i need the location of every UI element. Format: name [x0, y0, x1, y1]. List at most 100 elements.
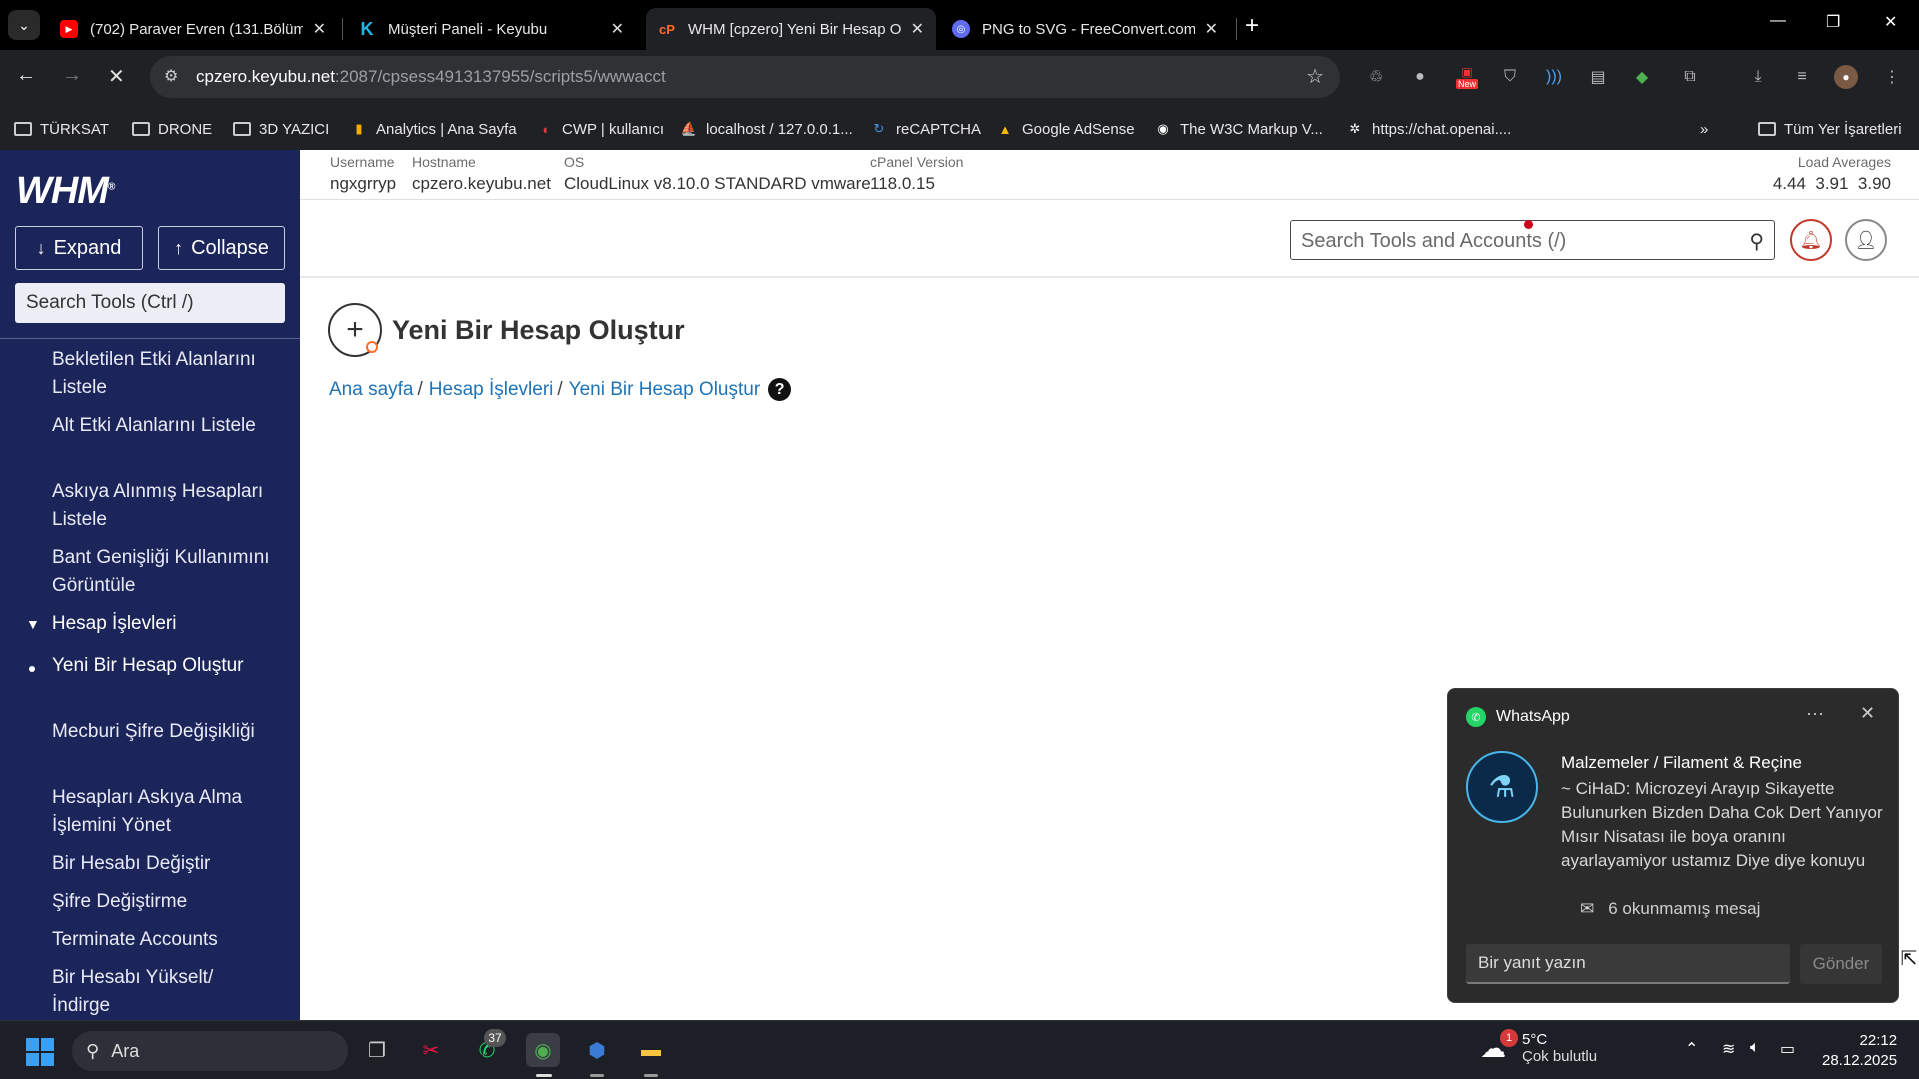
sidebar-item-upgrade-downgrade[interactable]: Bir Hesabı Yükselt/ İndirge	[52, 964, 272, 1020]
chrome-taskbar-icon[interactable]: ◉	[526, 1033, 560, 1067]
profile-avatar-icon[interactable]: ●	[1834, 65, 1858, 89]
virtualbox-icon[interactable]: ⬢	[580, 1033, 614, 1067]
menu-kebab-icon[interactable]: ⋮	[1880, 65, 1904, 89]
expand-button[interactable]: ↓ Expand	[15, 226, 143, 270]
bookmark-star-icon[interactable]: ☆	[1306, 64, 1324, 89]
all-bookmarks[interactable]: Tüm Yer İşaretleri	[1758, 116, 1902, 142]
whm-top-bar: Search Tools and Accounts (/) ⚲ 🔔︎ 👤︎	[300, 200, 1919, 278]
bookmark-openai[interactable]: ✲ https://chat.openai....	[1346, 116, 1512, 142]
reply-input[interactable]: Bir yanıt yazın	[1466, 944, 1790, 984]
page-header: + Yeni Bir Hesap Oluştur	[328, 303, 685, 357]
snipping-tool-icon[interactable]: ✂	[414, 1033, 448, 1067]
notification-bell-icon[interactable]: 🔔︎	[1790, 219, 1832, 261]
address-bar[interactable]: ⚙ cpzero.keyubu.net:2087/cpsess491313795…	[150, 56, 1340, 98]
tab-youtube[interactable]: ▶ (702) Paraver Evren (131.Bölüm) ✕	[48, 8, 338, 50]
bookmark-drone[interactable]: DRONE	[132, 116, 212, 142]
tab-whm[interactable]: cP WHM [cpzero] Yeni Bir Hesap O ✕	[646, 8, 936, 50]
more-options-icon[interactable]: ···	[1806, 703, 1824, 724]
bookmark-adsense[interactable]: ▲ Google AdSense	[996, 116, 1135, 142]
breadcrumb-create-account[interactable]: Yeni Bir Hesap Oluştur	[569, 379, 761, 401]
sidebar-search-input[interactable]: Search Tools (Ctrl /)	[15, 283, 285, 323]
sidebar-item-terminate-accounts[interactable]: Terminate Accounts	[52, 926, 272, 954]
sidebar-item-password-modification[interactable]: Şifre Değiştirme	[52, 888, 272, 916]
breadcrumb-home[interactable]: Ana sayfa	[329, 379, 414, 401]
forward-arrow-icon[interactable]: →	[62, 64, 82, 87]
sidebar-item-list-parked[interactable]: Bekletilen Etki Alanlarını Listele	[52, 346, 272, 402]
server-info-bar: Username ngxgrryp Hostname cpzero.keyubu.n…	[300, 150, 1919, 200]
sidebar-group-account-functions[interactable]: ▼ Hesap İşlevleri	[26, 610, 176, 638]
user-account-icon[interactable]: 👤︎	[1845, 219, 1887, 261]
sidebar-item-bandwidth[interactable]: Bant Genişliği Kullanımını Görüntüle	[52, 544, 272, 600]
sidebar-item-force-password[interactable]: Mecburi Şifre Değişikliği	[52, 718, 272, 746]
side-panel-edge-icon[interactable]: ⇱	[1899, 940, 1919, 976]
tab-freeconvert[interactable]: ◎ PNG to SVG - FreeConvert.com ✕	[940, 8, 1230, 50]
new-tab-button[interactable]: +	[1245, 12, 1259, 40]
url-text: cpzero.keyubu.net:2087/cpsess4913137955/…	[196, 67, 666, 87]
speaker-icon[interactable]: 🔈︎	[1750, 1039, 1760, 1057]
close-icon[interactable]: ✕	[611, 19, 624, 39]
close-icon[interactable]: ✕	[1860, 703, 1875, 724]
whm-logo[interactable]: WHM®	[16, 170, 115, 213]
whatsapp-notification: ✆ WhatsApp ··· ✕ ⚗ Malzemeler / Filament…	[1447, 688, 1899, 1003]
send-button[interactable]: Gönder	[1800, 944, 1882, 984]
bookmark-label: The W3C Markup V...	[1180, 120, 1323, 138]
taskbar-search[interactable]: ⚲ Ara	[72, 1031, 348, 1071]
bookmarks-overflow-icon[interactable]: »	[1700, 116, 1708, 142]
windows-start-icon[interactable]	[26, 1038, 54, 1066]
collapse-button[interactable]: ↑ Collapse	[158, 226, 285, 270]
sidebar-item-manage-suspension[interactable]: Hesapları Askıya Alma İşlemini Yönet	[52, 784, 272, 840]
cast-extension-icon[interactable]: ▤	[1586, 65, 1610, 89]
sidebar-item-list-suspended[interactable]: Askıya Alınmış Hesapları Listele	[52, 478, 272, 534]
sidebar-item-list-subdomains[interactable]: Alt Etki Alanlarını Listele	[52, 412, 272, 440]
bookmark-w3c[interactable]: ◉ The W3C Markup V...	[1154, 116, 1323, 142]
chevron-up-icon[interactable]: ⌃	[1685, 1039, 1698, 1059]
circle-extension-icon[interactable]: ●	[1408, 65, 1432, 89]
tab-search-button[interactable]: ⌄	[8, 10, 40, 40]
wifi-icon[interactable]: ≋	[1722, 1039, 1735, 1059]
bookmark-analytics[interactable]: ▮ Analytics | Ana Sayfa	[350, 116, 516, 142]
bookmark-turksat[interactable]: TÜRKSAT	[14, 116, 109, 142]
download-icon[interactable]: ⤓	[1746, 65, 1770, 89]
help-icon[interactable]: ?	[768, 378, 792, 401]
battery-icon[interactable]: ▭	[1780, 1039, 1795, 1059]
sidebar-item-modify-account[interactable]: Bir Hesabı Değiştir	[52, 850, 272, 878]
bookmark-label: reCAPTCHA	[896, 120, 982, 138]
sidebar-item-create-account[interactable]: Yeni Bir Hesap Oluştur	[52, 652, 272, 680]
analytics-icon: ▮	[355, 121, 363, 136]
breadcrumb-account-functions[interactable]: Hesap İşlevleri	[429, 379, 554, 401]
file-explorer-icon[interactable]: ▬	[634, 1033, 668, 1067]
drive-extension-icon[interactable]: ◆	[1630, 65, 1654, 89]
bookmark-cwp[interactable]: ◖ CWP | kullanıcı	[536, 116, 664, 142]
minimize-button[interactable]: —	[1770, 12, 1786, 30]
system-clock[interactable]: 22:12 28.12.2025	[1822, 1031, 1897, 1071]
close-icon[interactable]: ✕	[1205, 19, 1218, 39]
bookmark-recaptcha[interactable]: ↻ reCAPTCHA	[870, 116, 981, 142]
puzzle-extensions-icon[interactable]: ⧉	[1678, 65, 1702, 89]
active-app-indicator	[536, 1074, 552, 1077]
tab-title: (702) Paraver Evren (131.Bölüm)	[90, 20, 303, 38]
recycle-extension-icon[interactable]: ♲	[1364, 65, 1388, 89]
task-view-icon[interactable]: ❐	[360, 1033, 394, 1067]
media-control-icon[interactable]: ≡	[1790, 65, 1814, 89]
info-value: CloudLinux v8.10.0 STANDARD vmware	[564, 174, 871, 193]
bookmark-localhost[interactable]: ⛵ localhost / 127.0.0.1...	[680, 116, 853, 142]
site-settings-icon[interactable]: ⚙	[164, 66, 178, 86]
shield-extension-icon[interactable]: ⛉	[1498, 65, 1522, 89]
bookmark-3d-yazici[interactable]: 3D YAZICI	[233, 116, 329, 142]
restore-button[interactable]: ❐	[1826, 12, 1840, 32]
stop-loading-icon[interactable]: ✕	[108, 64, 125, 89]
weather-widget[interactable]: ☁ 5°C Çok bulutlu	[1480, 1031, 1597, 1065]
info-hostname: Hostname cpzero.keyubu.net	[412, 154, 551, 194]
close-icon[interactable]: ✕	[911, 19, 924, 39]
tab-keyubu[interactable]: K Müşteri Paneli - Keyubu ✕	[346, 8, 636, 50]
new-extension-icon[interactable]: ▣ New	[1452, 65, 1482, 89]
wifi-extension-icon[interactable]: )))	[1542, 65, 1566, 89]
window-close-button[interactable]: ✕	[1884, 12, 1897, 32]
whatsapp-badge: 37	[484, 1029, 506, 1047]
close-icon[interactable]: ✕	[313, 19, 326, 39]
cpanel-icon: cP	[659, 21, 675, 37]
openai-icon: ✲	[1349, 121, 1361, 136]
group-avatar: ⚗	[1466, 751, 1538, 823]
search-icon[interactable]: ⚲	[1749, 229, 1764, 254]
back-arrow-icon[interactable]: ←	[16, 64, 36, 87]
